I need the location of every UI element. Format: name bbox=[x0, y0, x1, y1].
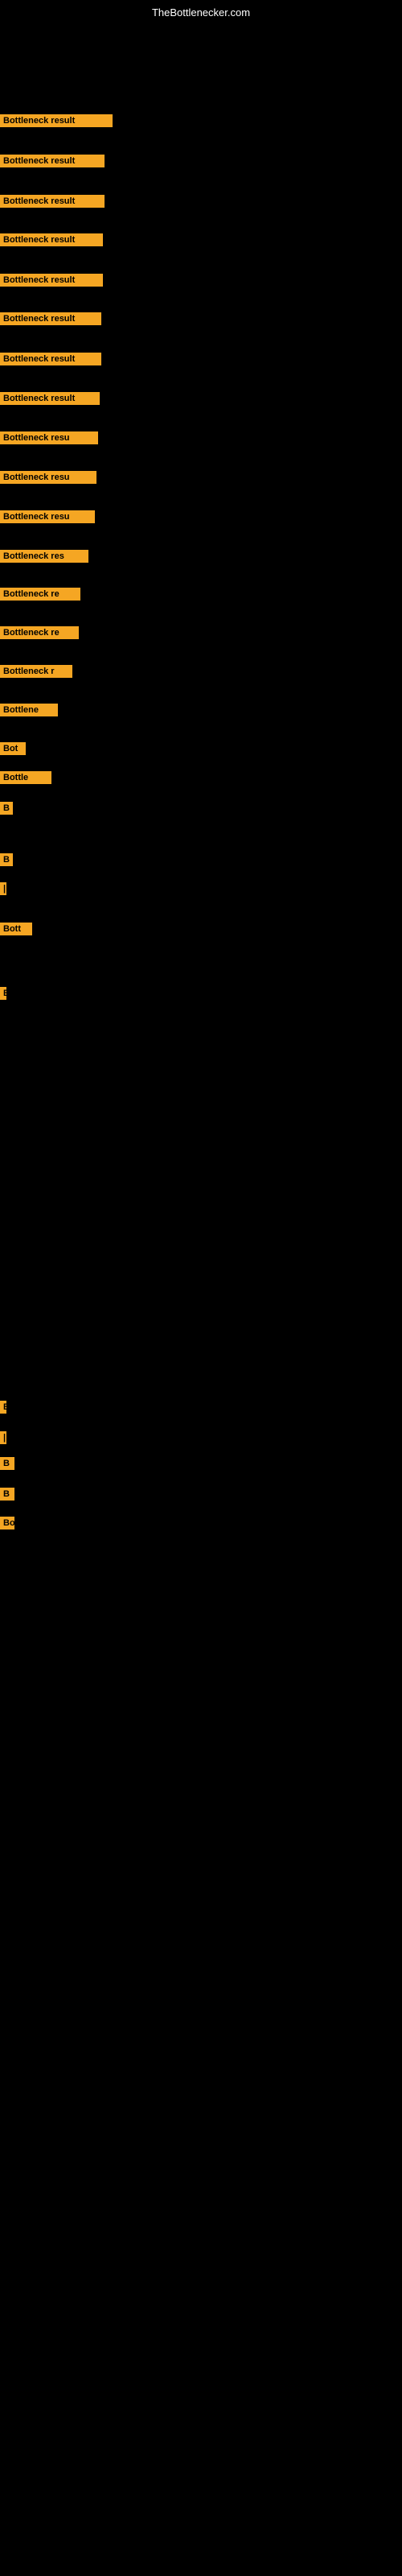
bottleneck-badge-11: Bottleneck resu bbox=[0, 510, 95, 523]
bottleneck-badge-10: Bottleneck resu bbox=[0, 471, 96, 484]
bottleneck-badge-20: B bbox=[0, 853, 13, 866]
bottleneck-badge-24: B bbox=[0, 1401, 6, 1414]
bottleneck-badge-23: B bbox=[0, 987, 6, 1000]
bottleneck-badge-26: B bbox=[0, 1457, 14, 1470]
bottleneck-badge-15: Bottleneck r bbox=[0, 665, 72, 678]
bottleneck-badge-4: Bottleneck result bbox=[0, 233, 103, 246]
bottleneck-badge-1: Bottleneck result bbox=[0, 114, 113, 127]
bottleneck-badge-22: Bott bbox=[0, 923, 32, 935]
bottleneck-badge-18: Bottle bbox=[0, 771, 51, 784]
bottleneck-badge-21: | bbox=[0, 882, 6, 895]
bottleneck-badge-8: Bottleneck result bbox=[0, 392, 100, 405]
bottleneck-badge-19: B bbox=[0, 802, 13, 815]
site-title: TheBottlenecker.com bbox=[152, 6, 250, 19]
bottleneck-badge-6: Bottleneck result bbox=[0, 312, 101, 325]
bottleneck-badge-14: Bottleneck re bbox=[0, 626, 79, 639]
bottleneck-badge-27: B bbox=[0, 1488, 14, 1501]
bottleneck-badge-9: Bottleneck resu bbox=[0, 431, 98, 444]
bottleneck-badge-25: | bbox=[0, 1431, 6, 1444]
bottleneck-badge-13: Bottleneck re bbox=[0, 588, 80, 601]
bottleneck-badge-12: Bottleneck res bbox=[0, 550, 88, 563]
bottleneck-badge-28: Bo bbox=[0, 1517, 14, 1530]
bottleneck-badge-2: Bottleneck result bbox=[0, 155, 105, 167]
bottleneck-badge-7: Bottleneck result bbox=[0, 353, 101, 365]
bottleneck-badge-3: Bottleneck result bbox=[0, 195, 105, 208]
bottleneck-badge-16: Bottlene bbox=[0, 704, 58, 716]
bottleneck-badge-17: Bot bbox=[0, 742, 26, 755]
bottleneck-badge-5: Bottleneck result bbox=[0, 274, 103, 287]
